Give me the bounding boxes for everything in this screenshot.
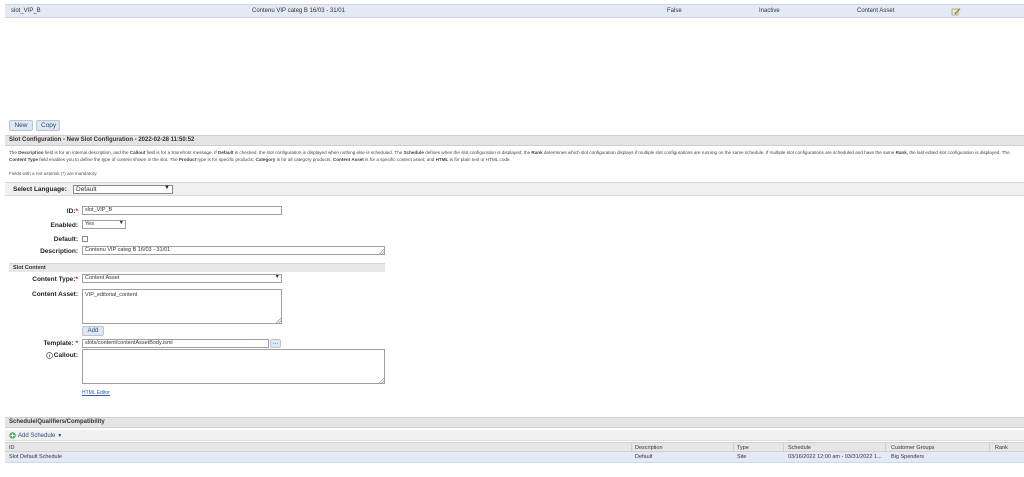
- new-button[interactable]: New: [9, 120, 33, 131]
- col-id[interactable]: ID: [9, 445, 15, 451]
- template-label: Template: *: [43, 340, 78, 347]
- default-checkbox[interactable]: [82, 236, 88, 242]
- schedule-range: 03/16/2022 12:00 am - 03/31/2022 1...: [788, 454, 882, 460]
- chevron-down-icon: ▼: [274, 274, 280, 280]
- id-input[interactable]: slot_VIP_B: [82, 206, 282, 215]
- edit-icon[interactable]: [951, 7, 961, 18]
- chevron-down-icon: ▼: [118, 220, 124, 226]
- col-schedule[interactable]: Schedule: [788, 445, 811, 451]
- resize-handle-icon[interactable]: [379, 249, 384, 254]
- enabled-label: Enabled:: [50, 222, 78, 229]
- callout-label: Callout:: [53, 352, 78, 359]
- col-description[interactable]: Description: [635, 445, 663, 451]
- resize-handle-icon[interactable]: [379, 378, 384, 383]
- row-content-type: Content Asset: [857, 8, 895, 14]
- language-select[interactable]: Default ▼: [73, 185, 173, 194]
- schedule-description: Default: [635, 454, 653, 460]
- schedule-id: Slot Default Schedule: [9, 454, 62, 460]
- template-input[interactable]: slots/content/contentAssetBody.isml: [82, 339, 269, 348]
- mandatory-note: Fields with a red asterisk (*) are manda…: [9, 171, 98, 176]
- schedule-header: Schedule/Qualifiers/Compatibility: [5, 417, 1024, 428]
- row-default: False: [667, 8, 682, 14]
- slot-config-header: Slot Configuration - New Slot Configurat…: [5, 135, 1024, 146]
- callout-textarea[interactable]: [82, 349, 385, 384]
- html-editor-link[interactable]: HTML Editor: [82, 390, 110, 396]
- schedule-toolbar: Add Schedule ▼: [5, 430, 1024, 441]
- description-textarea[interactable]: Contenu VIP categ B 16/03 - 31/01: [82, 246, 385, 255]
- language-label: Select Language:: [13, 186, 67, 193]
- row-description: Contenu VIP categ B 16/03 - 31/01: [252, 8, 345, 14]
- col-customer-groups[interactable]: Customer Groups: [891, 445, 934, 451]
- schedule-type: Site: [737, 454, 747, 460]
- add-icon: [9, 432, 16, 439]
- schedule-customer-groups: Big Spenders: [891, 454, 925, 460]
- table-row[interactable]: Slot Default Schedule Default Site 03/16…: [5, 452, 1024, 463]
- resize-handle-icon[interactable]: [276, 318, 281, 323]
- chevron-down-icon: ▼: [164, 185, 170, 191]
- default-label: Default:: [53, 236, 78, 243]
- slot-content-header: Slot Content: [9, 263, 385, 272]
- enabled-select[interactable]: Yes ▼: [82, 220, 126, 229]
- col-type[interactable]: Type: [737, 445, 749, 451]
- help-description: The Description field is for an internal…: [9, 150, 1010, 162]
- content-type-select[interactable]: Content Asset ▼: [82, 274, 282, 283]
- language-value: Default: [76, 186, 97, 193]
- description-label: Description:: [40, 248, 78, 255]
- content-type-label: Content Type:*: [32, 276, 78, 283]
- copy-button[interactable]: Copy: [36, 120, 60, 131]
- col-rank[interactable]: Rank: [995, 445, 1008, 451]
- id-label: ID:*: [66, 208, 78, 215]
- content-asset-textarea[interactable]: VIP_editorial_content: [82, 289, 282, 324]
- template-browse-button[interactable]: ...: [270, 339, 281, 348]
- chevron-down-icon: ▼: [57, 432, 63, 439]
- row-status: Inactive: [759, 8, 780, 14]
- add-button[interactable]: Add: [82, 326, 104, 336]
- language-bar: Select Language: Default ▼: [5, 182, 1024, 196]
- add-schedule-button[interactable]: Add Schedule ▼: [9, 431, 62, 440]
- content-asset-label: Content Asset:: [32, 291, 78, 298]
- schedule-table-header: ID Description Type Schedule Customer Gr…: [5, 442, 1024, 453]
- slot-config-list-row[interactable]: slot_VIP_B Contenu VIP categ B 16/03 - 3…: [5, 4, 1024, 18]
- row-id: slot_VIP_B: [11, 8, 41, 14]
